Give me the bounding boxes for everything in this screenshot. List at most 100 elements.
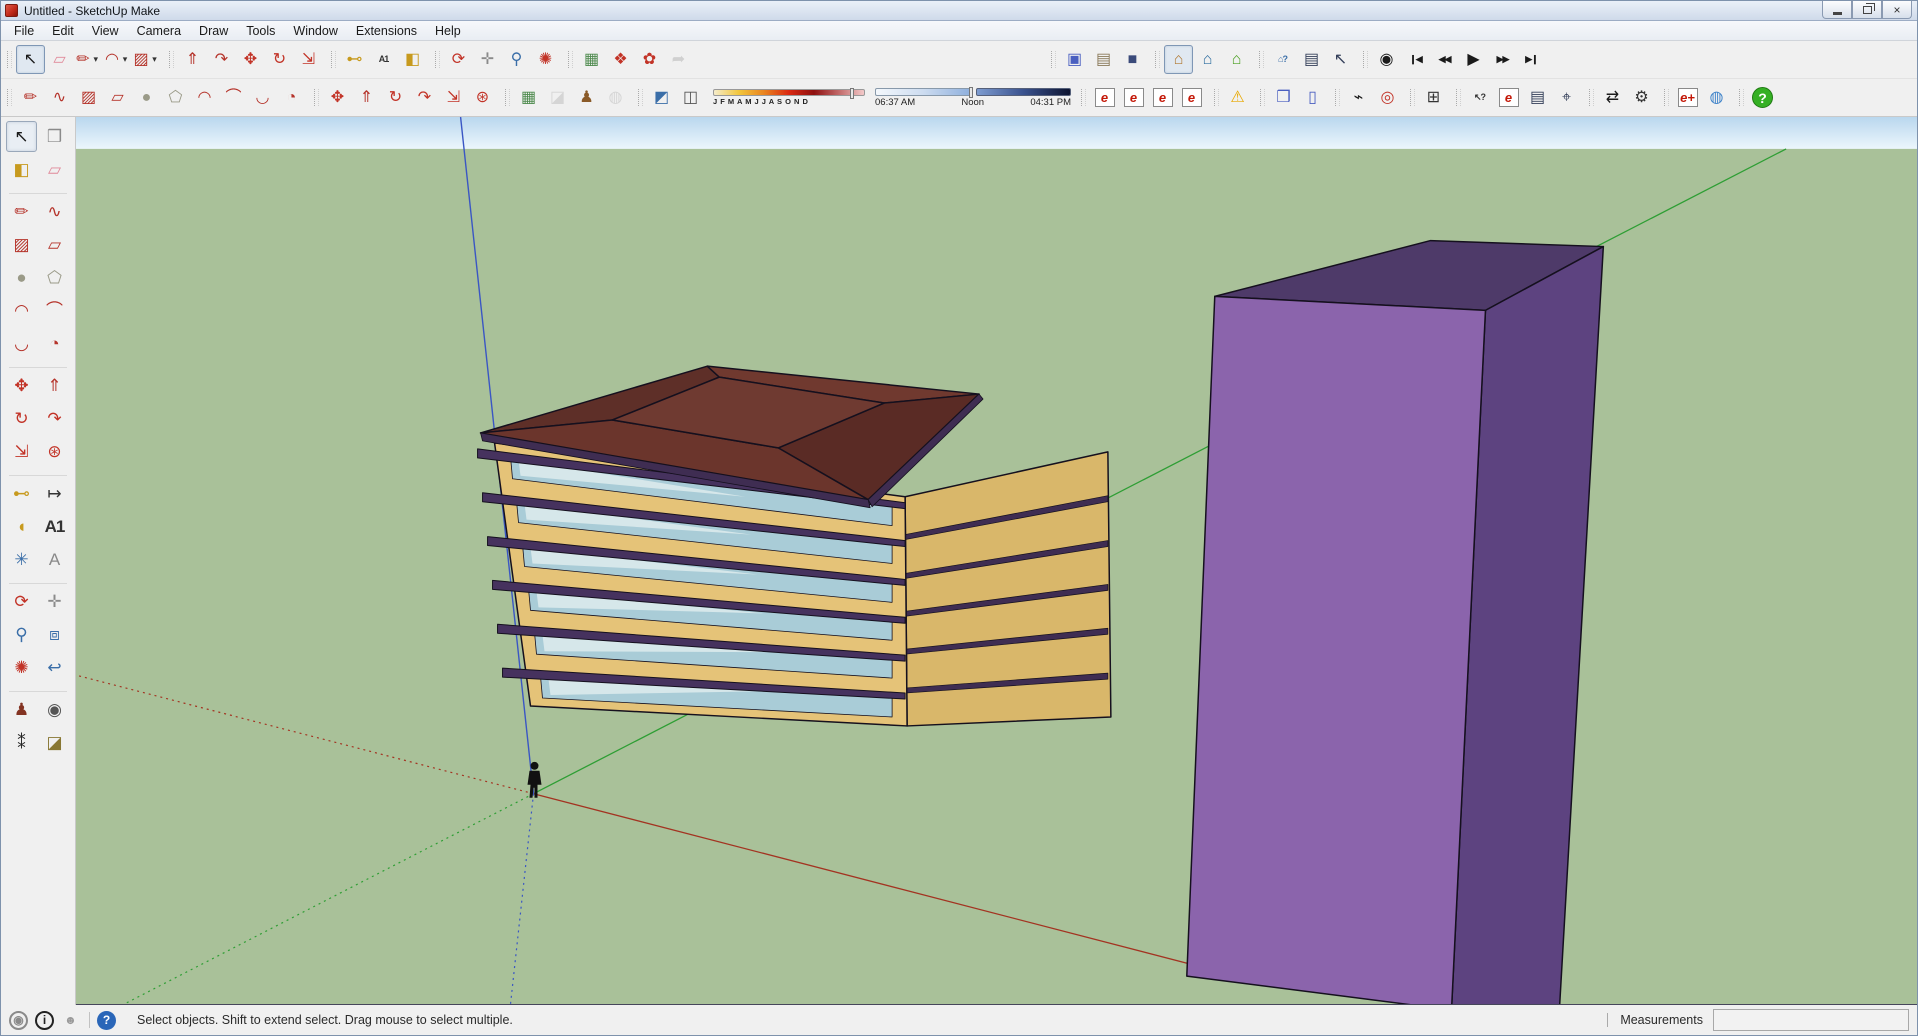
move-tool-2[interactable]: ✥	[323, 83, 352, 112]
help-status-icon[interactable]: ?	[97, 1011, 116, 1030]
scale-tool-side[interactable]: ⇲	[6, 436, 37, 467]
animation-last-button[interactable]: ▶❙	[1517, 45, 1546, 74]
3d-warehouse-button[interactable]: ✿	[635, 45, 664, 74]
text-tool[interactable]: A1	[369, 45, 398, 74]
menu-tools[interactable]: Tools	[237, 22, 284, 40]
e-package-button[interactable]: e	[1119, 83, 1148, 112]
pushpull-tool[interactable]: ⇑	[178, 45, 207, 74]
followme-tool-side[interactable]: ↷	[39, 403, 70, 434]
line-tool-dropdown[interactable]: ▾	[91, 54, 101, 65]
animation-camera-button[interactable]: ◉	[1372, 45, 1401, 74]
pushpull-tool-2[interactable]: ⇑	[352, 83, 381, 112]
add-column-button[interactable]: ▯	[1298, 83, 1327, 112]
pie-tool[interactable]: ◔	[277, 83, 306, 112]
freehand-tool-side[interactable]: ∿	[39, 196, 70, 227]
three-point-arc-tool[interactable]: ◡	[248, 83, 277, 112]
select-tool-side[interactable]: ↖	[6, 121, 37, 152]
purple-building-front-face[interactable]	[1187, 296, 1486, 1004]
arc-tool-2[interactable]: ◠	[190, 83, 219, 112]
zoom-extents-tool[interactable]: ✺	[531, 45, 560, 74]
scene-house-blue-button[interactable]: ⌂	[1193, 45, 1222, 74]
menu-help[interactable]: Help	[426, 22, 470, 40]
menu-camera[interactable]: Camera	[128, 22, 190, 40]
help-button[interactable]: ?	[1748, 83, 1777, 112]
arc-tool-side[interactable]: ◠	[6, 295, 37, 326]
paint-bucket-tool[interactable]: ◧	[398, 45, 427, 74]
rectangle-tool-dropdown[interactable]: ▾	[150, 54, 160, 65]
dimension-tool-side[interactable]: ↦	[39, 478, 70, 509]
measurements-input[interactable]	[1713, 1009, 1909, 1031]
protractor-tool-side[interactable]: ◖	[6, 511, 37, 542]
styles-dialog-button[interactable]: ▤	[1297, 45, 1326, 74]
minimize-button[interactable]	[1822, 1, 1852, 19]
add-location-button-2[interactable]: ▦	[514, 83, 543, 112]
paint-bucket-tool-side[interactable]: ◧	[6, 154, 37, 185]
line-tool-2[interactable]: ✏	[16, 83, 45, 112]
zoom-extents-tool-side[interactable]: ✺	[6, 652, 37, 683]
title-bar[interactable]: Untitled - SketchUp Make ×	[1, 1, 1917, 21]
scene-house-green-button[interactable]: ⌂	[1222, 45, 1251, 74]
add-new-building-button[interactable]: ♟	[572, 83, 601, 112]
menu-draw[interactable]: Draw	[190, 22, 237, 40]
rectangle-tool-side[interactable]: ▨	[6, 229, 37, 260]
select-tool[interactable]: ↖	[16, 45, 45, 74]
backedges-style-button[interactable]: ▤	[1089, 45, 1118, 74]
time-bar-pm[interactable]	[976, 88, 1072, 96]
xray-style-button[interactable]: ▣	[1060, 45, 1089, 74]
tape-measure-tool-side[interactable]: ⊷	[6, 478, 37, 509]
three-point-arc-tool-side[interactable]: ◡	[6, 328, 37, 359]
scale-tool-2[interactable]: ⇲	[439, 83, 468, 112]
circle-tool[interactable]: ●	[132, 83, 161, 112]
rotate-tool-2[interactable]: ↻	[381, 83, 410, 112]
offset-tool-side[interactable]: ⊛	[39, 436, 70, 467]
e-plus-button[interactable]: e+	[1673, 83, 1702, 112]
extension-warehouse-button[interactable]: ❖	[606, 45, 635, 74]
add-group-cube-button[interactable]: ❒	[1269, 83, 1298, 112]
animation-play-button[interactable]: ▶	[1459, 45, 1488, 74]
arc-tool[interactable]: ◠▾	[103, 45, 132, 74]
menu-edit[interactable]: Edit	[43, 22, 83, 40]
restore-button[interactable]	[1852, 1, 1882, 19]
walk-tool-side[interactable]: ⁑	[6, 727, 37, 758]
offset-tool[interactable]: ⊛	[468, 83, 497, 112]
pan-tool-side[interactable]: ✛	[39, 586, 70, 617]
menu-window[interactable]: Window	[284, 22, 346, 40]
two-point-arc-tool-side[interactable]: ⌒	[39, 295, 70, 326]
shadow-time-slider[interactable]: 06:37 AMNoon04:31 PM	[875, 88, 1071, 108]
shadow-toggle-button[interactable]: ◫	[676, 83, 705, 112]
add-location-button[interactable]: ▦	[577, 45, 606, 74]
zoom-previous-tool-side[interactable]: ↩	[39, 652, 70, 683]
style-picker-button[interactable]: ↖	[1326, 45, 1355, 74]
circle-tool-side[interactable]: ●	[6, 262, 37, 293]
animation-first-button[interactable]: ❙◀	[1401, 45, 1430, 74]
month-gradient-bar[interactable]	[713, 89, 865, 96]
e-document-button[interactable]: e	[1090, 83, 1119, 112]
axes-tool-side[interactable]: ✳	[6, 544, 37, 575]
pushpull-tool-side[interactable]: ⇑	[39, 370, 70, 401]
shadow-settings-button[interactable]: ◩	[647, 83, 676, 112]
time-slider-handle[interactable]	[969, 87, 973, 98]
followme-tool[interactable]: ↷	[207, 45, 236, 74]
animation-forward-button[interactable]: ▶▶	[1488, 45, 1517, 74]
time-bar-am[interactable]	[875, 88, 971, 96]
text-tool-side[interactable]: A1	[39, 511, 70, 542]
freehand-tool[interactable]: ∿	[45, 83, 74, 112]
shaded-style-button[interactable]: ■	[1118, 45, 1147, 74]
scale-tool[interactable]: ⇲	[294, 45, 323, 74]
followme-tool-2[interactable]: ↷	[410, 83, 439, 112]
eraser-tool-side[interactable]: ▱	[39, 154, 70, 185]
two-point-arc-tool[interactable]: ⌒	[219, 83, 248, 112]
orbit-tool-side[interactable]: ⟳	[6, 586, 37, 617]
rotated-rectangle-tool[interactable]: ▱	[103, 83, 132, 112]
e-save-edit-button[interactable]: e	[1177, 83, 1206, 112]
plug-button[interactable]: ⌁	[1344, 83, 1373, 112]
arc-tool-dropdown[interactable]: ▾	[120, 54, 130, 65]
credits-status-icon[interactable]: i	[35, 1011, 54, 1030]
style-help-button[interactable]: ⌂?	[1268, 45, 1297, 74]
animation-rewind-button[interactable]: ◀◀	[1430, 45, 1459, 74]
menu-extensions[interactable]: Extensions	[347, 22, 426, 40]
polygon-tool-side[interactable]: ⬠	[39, 262, 70, 293]
pan-tool[interactable]: ✛	[473, 45, 502, 74]
line-tool[interactable]: ✏▾	[74, 45, 103, 74]
3d-text-tool-side[interactable]: A	[39, 544, 70, 575]
